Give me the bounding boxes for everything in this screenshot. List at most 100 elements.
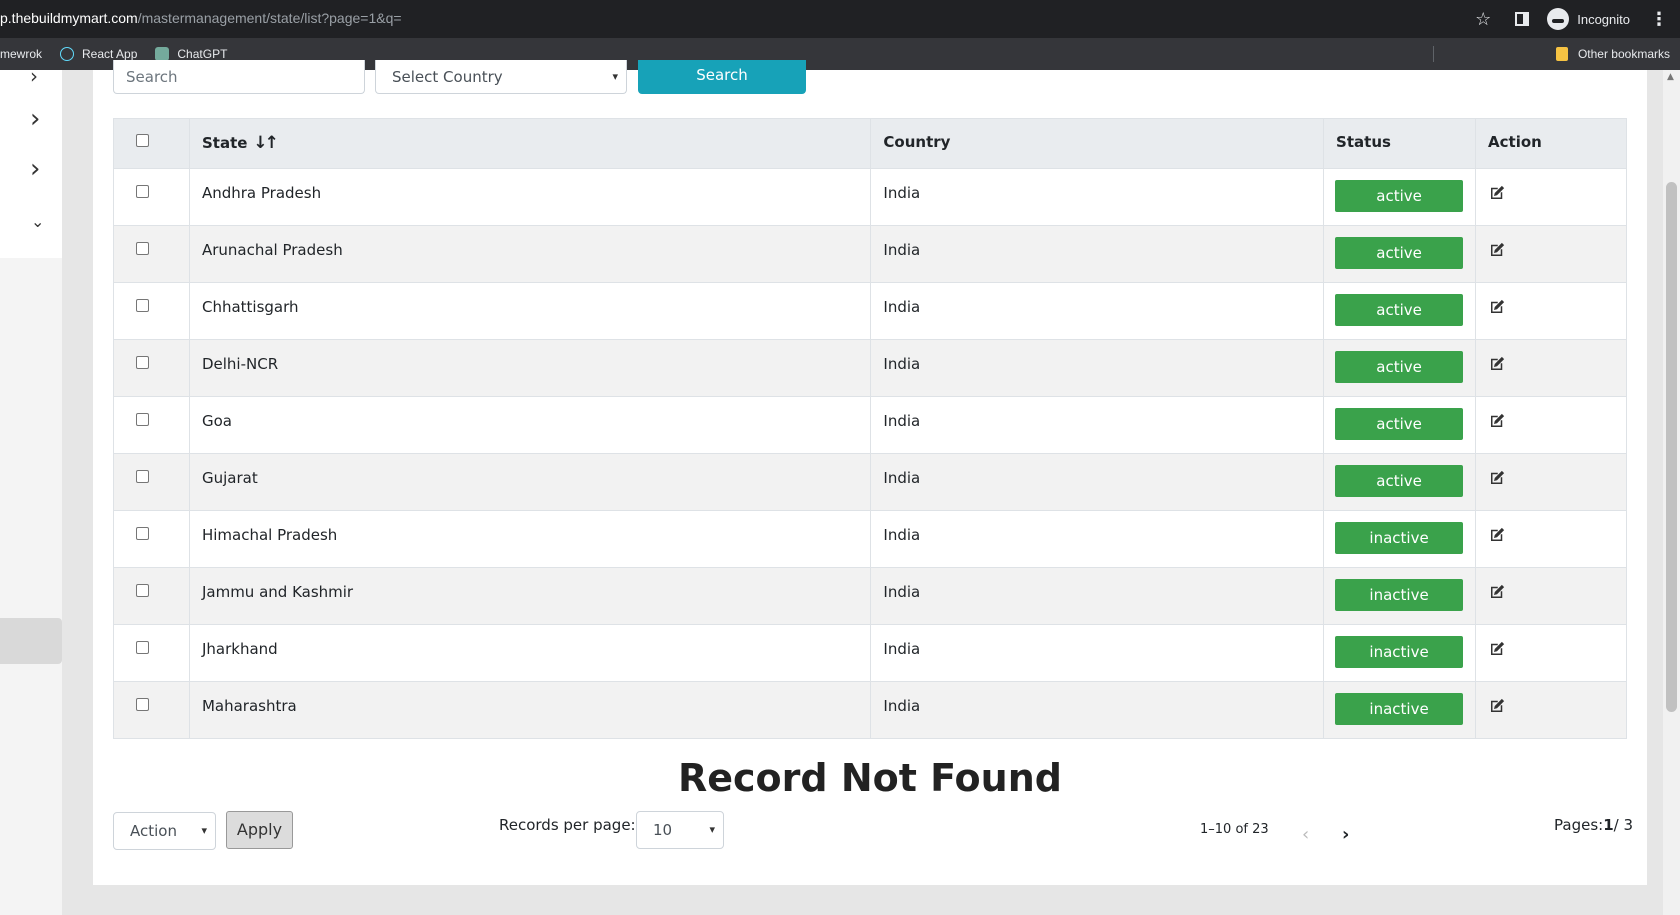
action-cell bbox=[1475, 282, 1627, 340]
profile-label: Incognito bbox=[1577, 11, 1630, 27]
next-page-icon[interactable]: › bbox=[1342, 824, 1349, 845]
bookmark-react-app[interactable]: React App bbox=[60, 47, 137, 61]
url-field[interactable]: p.thebuildmymart.com/mastermanagement/st… bbox=[0, 10, 402, 26]
action-cell bbox=[1475, 510, 1627, 568]
table-row: Delhi-NCR India active bbox=[113, 339, 1627, 397]
search-button[interactable]: Search bbox=[638, 60, 806, 94]
country-cell: India bbox=[870, 225, 1325, 283]
table-header-row: State ↓↑ Country Status Action bbox=[113, 118, 1627, 169]
action-cell bbox=[1475, 453, 1627, 511]
action-cell bbox=[1475, 339, 1627, 397]
row-checkbox[interactable] bbox=[136, 242, 149, 255]
row-select-cell bbox=[113, 681, 190, 739]
other-bookmarks[interactable]: Other bookmarks bbox=[1555, 38, 1670, 70]
edit-icon[interactable] bbox=[1488, 185, 1506, 206]
row-select-cell bbox=[113, 567, 190, 625]
row-checkbox[interactable] bbox=[136, 413, 149, 426]
state-cell: Jammu and Kashmir bbox=[188, 567, 872, 625]
status-badge[interactable]: active bbox=[1335, 351, 1464, 383]
bulk-action-select[interactable]: Action ▾ bbox=[113, 812, 216, 850]
row-select-cell bbox=[113, 624, 190, 682]
search-input[interactable]: Search bbox=[113, 60, 365, 94]
row-checkbox[interactable] bbox=[136, 470, 149, 483]
row-checkbox[interactable] bbox=[136, 299, 149, 312]
sidebar-active-item[interactable] bbox=[0, 618, 62, 664]
table-row: Jharkhand India inactive bbox=[113, 624, 1627, 682]
country-cell: India bbox=[870, 510, 1325, 568]
sort-icon[interactable]: ↓↑ bbox=[253, 133, 278, 153]
row-select-cell bbox=[113, 168, 190, 226]
url-host: p.thebuildmymart.com bbox=[0, 10, 138, 26]
row-select-cell bbox=[113, 225, 190, 283]
edit-icon[interactable] bbox=[1488, 242, 1506, 263]
edit-icon[interactable] bbox=[1488, 527, 1506, 548]
edit-icon[interactable] bbox=[1488, 299, 1506, 320]
status-badge[interactable]: inactive bbox=[1335, 579, 1464, 611]
records-per-page-select[interactable]: 10 ▾ bbox=[636, 811, 724, 849]
country-cell: India bbox=[870, 453, 1325, 511]
state-cell: Himachal Pradesh bbox=[188, 510, 872, 568]
status-badge[interactable]: inactive bbox=[1335, 636, 1464, 668]
bookmark-chatgpt[interactable]: ChatGPT bbox=[155, 47, 227, 61]
state-cell: Gujarat bbox=[188, 453, 872, 511]
country-cell: India bbox=[870, 681, 1325, 739]
row-checkbox[interactable] bbox=[136, 698, 149, 711]
page-scrollbar[interactable]: ▲ bbox=[1663, 70, 1680, 915]
row-checkbox[interactable] bbox=[136, 356, 149, 369]
status-badge[interactable]: active bbox=[1335, 180, 1464, 212]
row-checkbox[interactable] bbox=[136, 641, 149, 654]
action-cell bbox=[1475, 681, 1627, 739]
sidebar-submenu bbox=[0, 258, 62, 915]
status-badge[interactable]: inactive bbox=[1335, 693, 1464, 725]
edit-icon[interactable] bbox=[1488, 698, 1506, 719]
edit-icon[interactable] bbox=[1488, 641, 1506, 662]
status-cell: inactive bbox=[1323, 567, 1477, 625]
bookmark-label: mewrok bbox=[0, 47, 43, 61]
chevron-down-icon[interactable]: ⌄ bbox=[31, 212, 44, 231]
edit-icon[interactable] bbox=[1488, 584, 1506, 605]
country-cell: India bbox=[870, 168, 1325, 226]
chevron-right-icon[interactable]: › bbox=[30, 154, 40, 184]
side-panel-icon[interactable] bbox=[1515, 12, 1530, 26]
status-badge[interactable]: active bbox=[1335, 237, 1464, 269]
action-cell bbox=[1475, 168, 1627, 226]
browser-menu-icon[interactable]: ⋮ bbox=[1650, 9, 1668, 30]
chevron-right-icon[interactable]: › bbox=[30, 104, 40, 134]
status-badge[interactable]: inactive bbox=[1335, 522, 1464, 554]
bookmarks-divider bbox=[1433, 46, 1434, 62]
scrollbar-thumb[interactable] bbox=[1666, 182, 1677, 712]
profile-button[interactable]: Incognito bbox=[1547, 8, 1630, 30]
row-checkbox[interactable] bbox=[136, 584, 149, 597]
record-not-found-message: Record Not Found bbox=[678, 756, 1062, 800]
incognito-icon bbox=[1547, 8, 1570, 30]
state-cell: Andhra Pradesh bbox=[188, 168, 872, 226]
table-row: Gujarat India active bbox=[113, 453, 1627, 511]
edit-icon[interactable] bbox=[1488, 356, 1506, 377]
select-all-checkbox[interactable] bbox=[136, 134, 149, 147]
bookmark-framework[interactable]: mewrok bbox=[0, 47, 42, 61]
url-path: /mastermanagement/state/list?page=1&q= bbox=[137, 10, 402, 26]
scroll-up-icon[interactable]: ▲ bbox=[1667, 72, 1674, 82]
chevron-down-icon: ▾ bbox=[709, 823, 715, 836]
previous-page-icon[interactable]: ‹ bbox=[1302, 824, 1309, 845]
status-badge[interactable]: active bbox=[1335, 294, 1464, 326]
status-cell: active bbox=[1323, 282, 1477, 340]
table-row: Goa India active bbox=[113, 396, 1627, 454]
records-per-page-label: Records per page: bbox=[499, 816, 636, 834]
edit-icon[interactable] bbox=[1488, 470, 1506, 491]
chevron-right-icon[interactable]: › bbox=[30, 64, 38, 88]
country-select[interactable]: Select Country ▾ bbox=[375, 60, 627, 94]
state-cell: Arunachal Pradesh bbox=[188, 225, 872, 283]
status-cell: inactive bbox=[1323, 624, 1477, 682]
state-header[interactable]: State ↓↑ bbox=[188, 118, 872, 169]
status-badge[interactable]: active bbox=[1335, 408, 1464, 440]
edit-icon[interactable] bbox=[1488, 413, 1506, 434]
bookmark-star-icon[interactable]: ☆ bbox=[1475, 9, 1491, 30]
row-checkbox[interactable] bbox=[136, 185, 149, 198]
table-row: Andhra Pradesh India active bbox=[113, 168, 1627, 226]
row-checkbox[interactable] bbox=[136, 527, 149, 540]
status-badge[interactable]: active bbox=[1335, 465, 1464, 497]
chevron-down-icon: ▾ bbox=[612, 70, 618, 83]
apply-button[interactable]: Apply bbox=[226, 811, 293, 849]
pagination-range: 1–10 of 23 bbox=[1200, 822, 1269, 837]
